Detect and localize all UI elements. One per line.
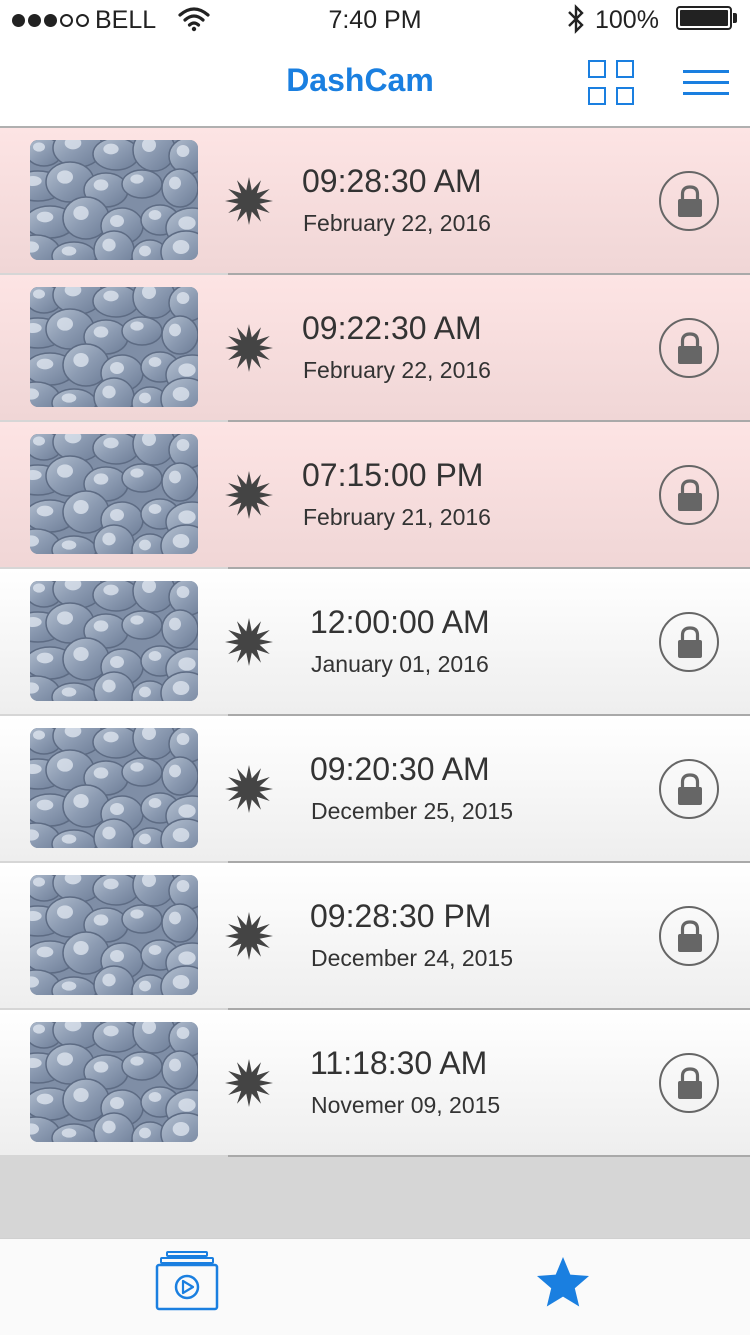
lock-button[interactable] bbox=[659, 906, 719, 966]
impact-burst-icon bbox=[224, 470, 274, 520]
lock-button[interactable] bbox=[659, 318, 719, 378]
tab-bar bbox=[0, 1238, 750, 1335]
impact-burst-icon bbox=[224, 176, 274, 226]
lock-button[interactable] bbox=[659, 759, 719, 819]
lock-button[interactable] bbox=[659, 1053, 719, 1113]
clip-list: 09:28:30 AM February 22, 2016 09:22:30 A… bbox=[0, 128, 750, 1157]
clip-row[interactable]: 09:28:30 PM December 24, 2015 bbox=[0, 863, 750, 1010]
video-thumbnail[interactable] bbox=[30, 287, 198, 407]
battery-percentage: 100% bbox=[595, 6, 659, 34]
bluetooth-icon bbox=[568, 4, 584, 34]
star-icon[interactable] bbox=[534, 1255, 592, 1311]
clip-time: 09:22:30 AM bbox=[302, 310, 482, 346]
battery-icon bbox=[676, 6, 732, 30]
clip-date: December 25, 2015 bbox=[311, 798, 514, 824]
clip-time: 12:00:00 AM bbox=[310, 604, 490, 640]
clip-time: 07:15:00 PM bbox=[302, 457, 484, 493]
video-thumbnail[interactable] bbox=[30, 434, 198, 554]
clip-row[interactable]: 11:18:30 AM Novemer 09, 2015 bbox=[0, 1010, 750, 1157]
clip-row[interactable]: 09:28:30 AM February 22, 2016 bbox=[0, 128, 750, 275]
video-thumbnail[interactable] bbox=[30, 140, 198, 260]
clip-date: February 22, 2016 bbox=[303, 210, 491, 236]
nav-bar: DashCam bbox=[0, 40, 750, 128]
clip-date: February 22, 2016 bbox=[303, 357, 491, 383]
clip-date: December 24, 2015 bbox=[311, 945, 514, 971]
impact-burst-icon bbox=[224, 911, 274, 961]
status-bar: BELL 7:40 PM 100% bbox=[0, 0, 750, 40]
battery-tip bbox=[733, 13, 737, 23]
clip-time: 09:28:30 AM bbox=[302, 163, 482, 199]
video-thumbnail[interactable] bbox=[30, 581, 198, 701]
clip-row[interactable]: 07:15:00 PM February 21, 2016 bbox=[0, 422, 750, 569]
clip-date: January 01, 2016 bbox=[311, 651, 489, 677]
clip-time: 11:18:30 AM bbox=[310, 1045, 488, 1081]
lock-button[interactable] bbox=[659, 171, 719, 231]
clip-time: 09:20:30 AM bbox=[310, 751, 490, 787]
clip-time: 09:28:30 PM bbox=[310, 898, 492, 934]
row-divider bbox=[228, 1155, 750, 1157]
impact-burst-icon bbox=[224, 323, 274, 373]
lock-button[interactable] bbox=[659, 612, 719, 672]
video-thumbnail[interactable] bbox=[30, 728, 198, 848]
clip-row[interactable]: 09:20:30 AM December 25, 2015 bbox=[0, 716, 750, 863]
clip-date: February 21, 2016 bbox=[303, 504, 491, 530]
lock-button[interactable] bbox=[659, 465, 719, 525]
impact-burst-icon bbox=[224, 764, 274, 814]
video-thumbnail[interactable] bbox=[30, 1022, 198, 1142]
video-thumbnail[interactable] bbox=[30, 875, 198, 995]
grid-view-icon[interactable] bbox=[588, 60, 636, 106]
impact-burst-icon bbox=[224, 617, 274, 667]
clip-row[interactable]: 12:00:00 AM January 01, 2016 bbox=[0, 569, 750, 716]
clip-date: Novemer 09, 2015 bbox=[311, 1092, 501, 1118]
menu-icon[interactable] bbox=[683, 70, 729, 96]
video-clips-icon[interactable] bbox=[152, 1251, 222, 1311]
impact-burst-icon bbox=[224, 1058, 274, 1108]
clip-row[interactable]: 09:22:30 AM February 22, 2016 bbox=[0, 275, 750, 422]
